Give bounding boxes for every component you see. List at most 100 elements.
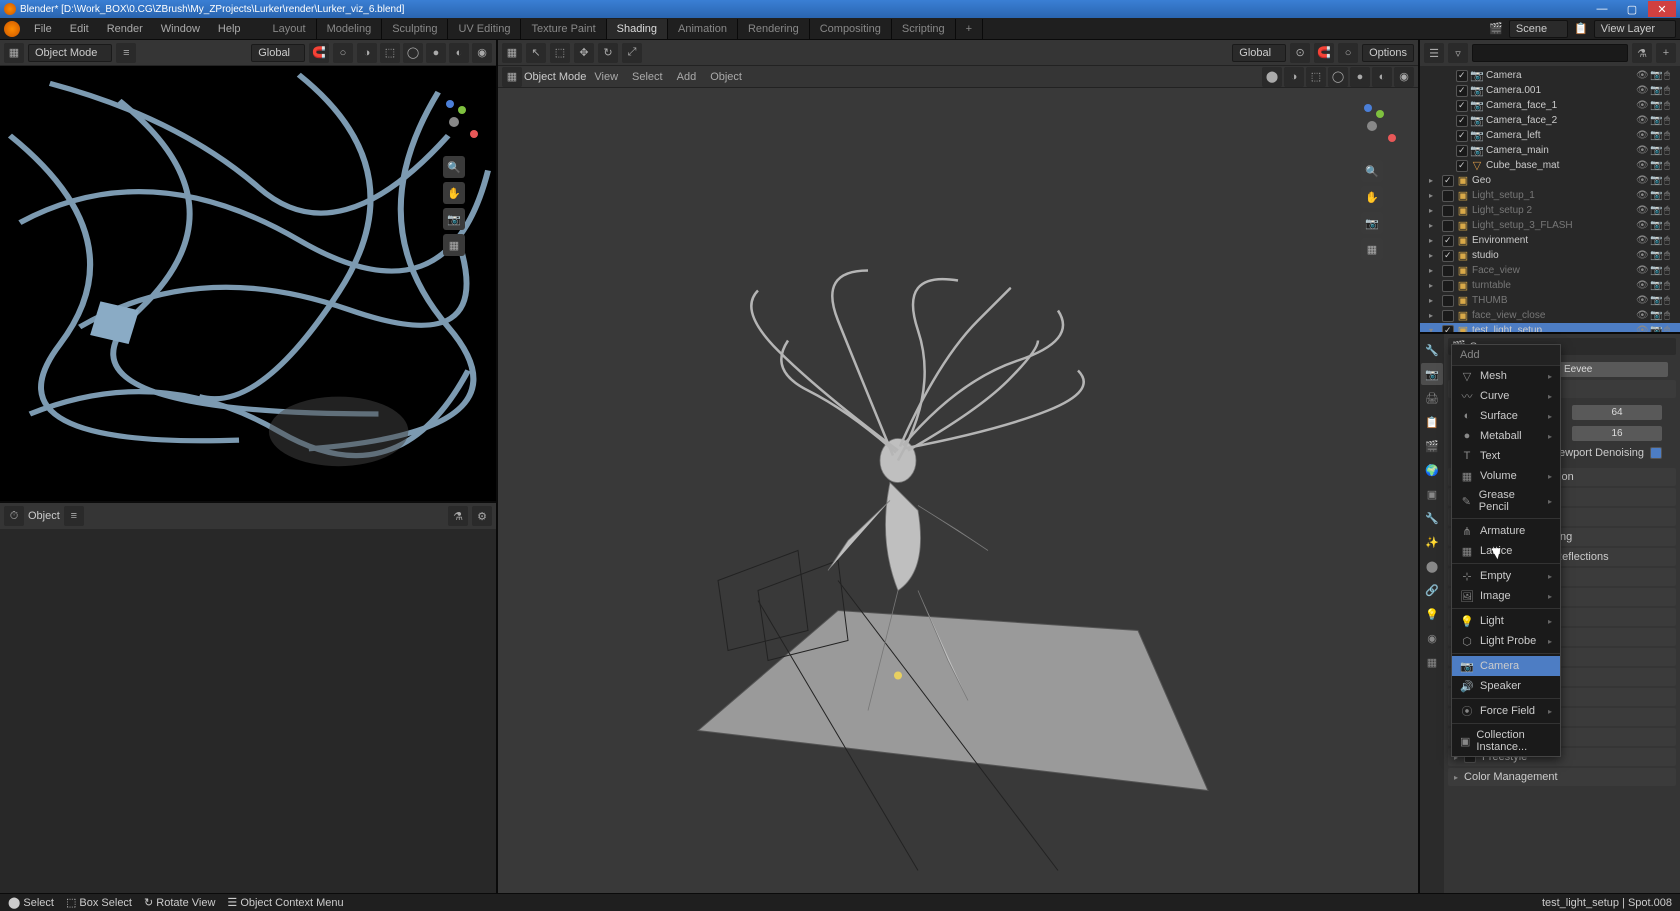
disable-render-icon[interactable]: 📷 <box>1650 220 1662 232</box>
move-tool-icon[interactable]: ✥ <box>574 43 594 63</box>
hide-viewport-icon[interactable]: 👁 <box>1636 100 1648 112</box>
prop-tab-modifier-icon[interactable]: 🔧 <box>1421 507 1443 529</box>
outliner-thumb[interactable]: ▸▣THUMB👁📷🖱 <box>1420 293 1680 308</box>
render-samples-field[interactable]: 64 <box>1572 405 1662 420</box>
prop-tab-texture-icon[interactable]: ▦ <box>1421 651 1443 673</box>
outliner-geo[interactable]: ▸▣Geo👁📷🖱 <box>1420 173 1680 188</box>
camera-view-icon[interactable]: 📷 <box>443 208 465 230</box>
overlay-toggle-icon[interactable]: ◑ <box>1284 67 1304 87</box>
snap-icon[interactable]: 🧲 <box>309 43 329 63</box>
zoom-icon[interactable]: 🔍 <box>1361 160 1383 182</box>
add-force-field[interactable]: ⦿Force Field▸ <box>1452 701 1560 721</box>
dopesheet-filter-icon[interactable]: ⚗ <box>448 506 468 526</box>
prop-tab-tool-icon[interactable]: 🔧 <box>1421 339 1443 361</box>
outliner-face-view-close[interactable]: ▸▣face_view_close👁📷🖱 <box>1420 308 1680 323</box>
zoom-icon[interactable]: 🔍 <box>443 156 465 178</box>
camera-view-icon[interactable]: 📷 <box>1361 212 1383 234</box>
menu-edit[interactable]: Edit <box>62 20 97 38</box>
collection-enable-checkbox[interactable] <box>1442 235 1454 247</box>
ws-compositing[interactable]: Compositing <box>810 19 892 39</box>
chevron-icon[interactable]: ▸ <box>1429 281 1439 290</box>
hide-viewport-icon[interactable]: 👁 <box>1636 130 1648 142</box>
selectable-icon[interactable]: 🖱 <box>1664 295 1676 307</box>
editor-type-icon[interactable]: ▦ <box>4 43 24 63</box>
select-menu[interactable]: Select <box>626 69 669 85</box>
outliner-camera-face-1[interactable]: 📷Camera_face_1👁📷🖱 <box>1420 98 1680 113</box>
proportional-icon[interactable]: ○ <box>333 43 353 63</box>
view-menu[interactable]: View <box>588 69 624 85</box>
add-text[interactable]: TText <box>1452 446 1560 466</box>
outliner-tree[interactable]: 📷Camera👁📷🖱📷Camera.001👁📷🖱📷Camera_face_1👁📷… <box>1420 66 1680 332</box>
add-image[interactable]: 🖼Image▸ <box>1452 586 1560 606</box>
outliner-face-view[interactable]: ▸▣Face_view👁📷🖱 <box>1420 263 1680 278</box>
panel-color-management[interactable]: ▸Color Management <box>1448 768 1676 786</box>
hide-viewport-icon[interactable]: 👁 <box>1636 115 1648 127</box>
add-surface[interactable]: ◐Surface▸ <box>1452 406 1560 426</box>
menu-window[interactable]: Window <box>153 20 208 38</box>
shade-wire-icon[interactable]: ◯ <box>1328 67 1348 87</box>
persp-ortho-icon[interactable]: ▦ <box>1361 238 1383 260</box>
hide-viewport-icon[interactable]: 👁 <box>1636 250 1648 262</box>
hide-viewport-icon[interactable]: 👁 <box>1636 190 1648 202</box>
ws-add[interactable]: + <box>956 19 983 39</box>
outliner-search-input[interactable] <box>1472 44 1628 62</box>
ws-modeling[interactable]: Modeling <box>317 19 383 39</box>
hide-viewport-icon[interactable]: 👁 <box>1636 85 1648 97</box>
disable-render-icon[interactable]: 📷 <box>1650 310 1662 322</box>
chevron-icon[interactable]: ▸ <box>1429 296 1439 305</box>
collection-enable-checkbox[interactable] <box>1442 220 1454 232</box>
disable-render-icon[interactable]: 📷 <box>1650 235 1662 247</box>
outliner-camera[interactable]: 📷Camera👁📷🖱 <box>1420 68 1680 83</box>
selectable-icon[interactable]: 🖱 <box>1664 265 1676 277</box>
prop-tab-constraint-icon[interactable]: 🔗 <box>1421 579 1443 601</box>
disable-render-icon[interactable]: 📷 <box>1650 325 1662 333</box>
hide-viewport-icon[interactable]: 👁 <box>1636 325 1648 333</box>
snap-icon[interactable]: 🧲 <box>1314 43 1334 63</box>
selectable-icon[interactable]: 🖱 <box>1664 160 1676 172</box>
rotate-tool-icon[interactable]: ↻ <box>598 43 618 63</box>
selectable-icon[interactable]: 🖱 <box>1664 205 1676 217</box>
hide-viewport-icon[interactable]: 👁 <box>1636 280 1648 292</box>
selectable-icon[interactable]: 🖱 <box>1664 70 1676 82</box>
hide-viewport-icon[interactable]: 👁 <box>1636 175 1648 187</box>
add-armature[interactable]: ⋔Armature <box>1452 521 1560 541</box>
selectable-icon[interactable]: 🖱 <box>1664 220 1676 232</box>
disable-render-icon[interactable]: 📷 <box>1650 295 1662 307</box>
shading-render-icon[interactable]: ◉ <box>472 43 492 63</box>
selectable-icon[interactable]: 🖱 <box>1664 310 1676 322</box>
collection-enable-checkbox[interactable] <box>1442 250 1454 262</box>
hide-viewport-icon[interactable]: 👁 <box>1636 145 1648 157</box>
outliner-mode-icon[interactable]: ▿ <box>1448 43 1468 63</box>
disable-render-icon[interactable]: 📷 <box>1650 115 1662 127</box>
overlay-icon[interactable]: ◑ <box>357 43 377 63</box>
chevron-icon[interactable]: ▸ <box>1429 206 1439 215</box>
outliner-environment[interactable]: ▸▣Environment👁📷🖱 <box>1420 233 1680 248</box>
outliner-type-icon[interactable]: ☰ <box>1424 43 1444 63</box>
add-menu[interactable]: Add <box>671 69 703 85</box>
selectable-icon[interactable]: 🖱 <box>1664 130 1676 142</box>
shade-solid-icon[interactable]: ● <box>1350 67 1370 87</box>
outliner-turntable[interactable]: ▸▣turntable👁📷🖱 <box>1420 278 1680 293</box>
close-button[interactable]: ✕ <box>1648 1 1676 17</box>
selectable-icon[interactable]: 🖱 <box>1664 145 1676 157</box>
chevron-icon[interactable]: ▸ <box>1429 191 1439 200</box>
disable-render-icon[interactable]: 📷 <box>1650 205 1662 217</box>
ws-texturepaint[interactable]: Texture Paint <box>521 19 606 39</box>
dopesheet-menu-icon[interactable]: ≡ <box>64 506 84 526</box>
prop-tab-material-icon[interactable]: ◉ <box>1421 627 1443 649</box>
ws-scripting[interactable]: Scripting <box>892 19 956 39</box>
ws-uvediting[interactable]: UV Editing <box>448 19 521 39</box>
disable-render-icon[interactable]: 📷 <box>1650 175 1662 187</box>
hide-viewport-icon[interactable]: 👁 <box>1636 265 1648 277</box>
outliner-camera-left[interactable]: 📷Camera_left👁📷🖱 <box>1420 128 1680 143</box>
selectable-icon[interactable]: 🖱 <box>1664 190 1676 202</box>
add-collection-instance-[interactable]: ▣Collection Instance... <box>1452 726 1560 756</box>
axis-z-icon[interactable] <box>1364 104 1372 112</box>
collection-enable-checkbox[interactable] <box>1442 265 1454 277</box>
proportional-icon[interactable]: ○ <box>1338 43 1358 63</box>
nav-gizmo-left[interactable]: 🔍 ✋ 📷 ▦ <box>424 92 484 260</box>
prop-tab-physics-icon[interactable]: ⬤ <box>1421 555 1443 577</box>
disable-render-icon[interactable]: 📷 <box>1650 85 1662 97</box>
add-light[interactable]: 💡Light▸ <box>1452 611 1560 631</box>
outliner-camera-face-2[interactable]: 📷Camera_face_2👁📷🖱 <box>1420 113 1680 128</box>
